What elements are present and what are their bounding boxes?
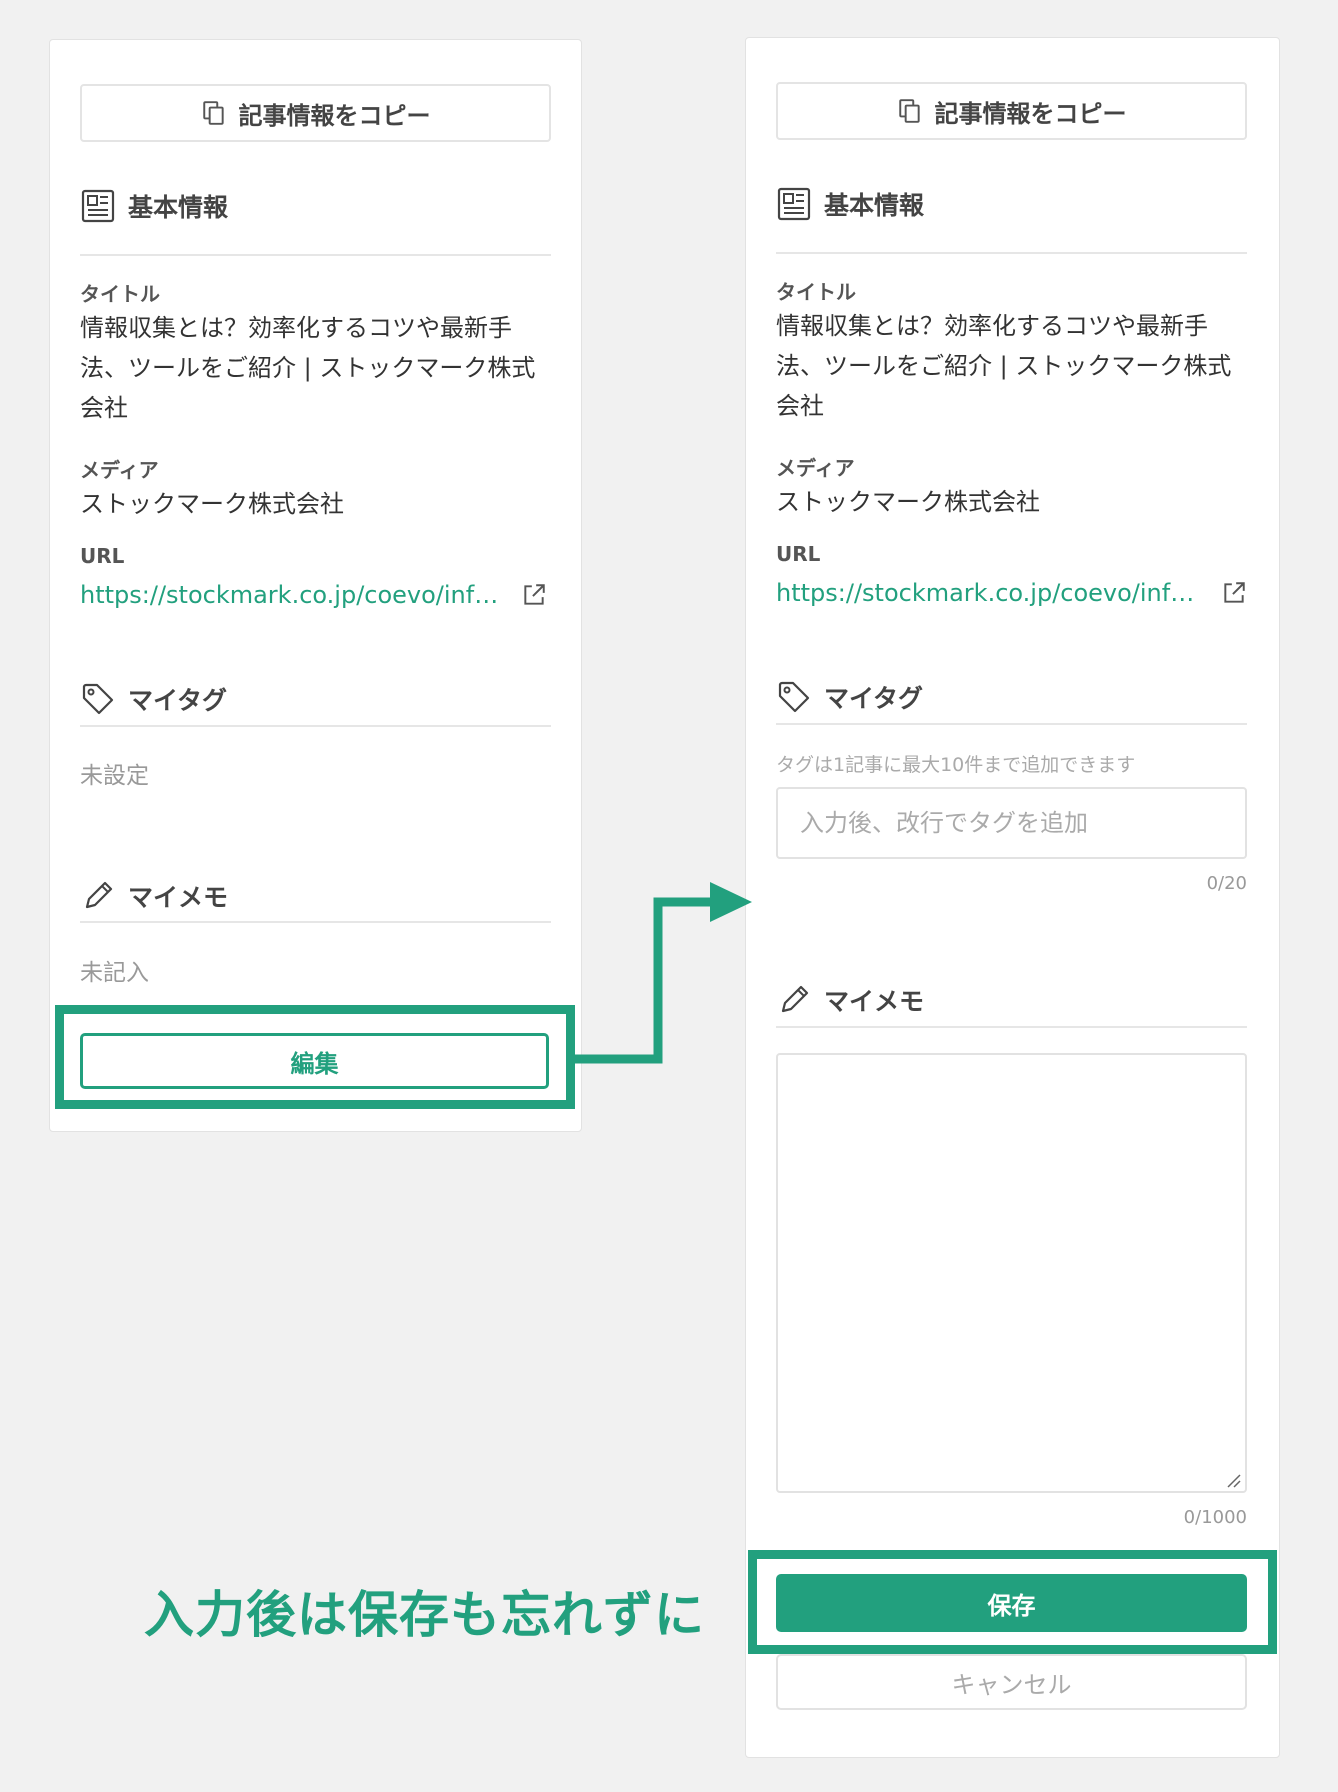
cancel-button-label: キャンセル <box>951 1670 1072 1699</box>
cancel-button[interactable]: キャンセル <box>776 1654 1247 1710</box>
section-title: 基本情報 <box>128 193 229 222</box>
url-label: URL <box>80 544 125 568</box>
memo-textarea[interactable] <box>776 1053 1247 1493</box>
resize-handle-icon[interactable] <box>1224 1471 1242 1489</box>
url-label: URL <box>776 542 821 566</box>
section-title: マイメモ <box>128 883 229 912</box>
divider <box>80 725 551 727</box>
section-title: 基本情報 <box>824 191 925 220</box>
divider <box>776 723 1247 725</box>
title-value: 情報収集とは？効率化するコツや最新手法、ツールをご紹介 | ストックマーク株式会… <box>80 314 536 422</box>
section-my-tag: マイタグ <box>776 677 1247 717</box>
copy-article-info-button[interactable]: 記事情報をコピー <box>80 84 551 142</box>
copy-article-info-button[interactable]: 記事情報をコピー <box>776 82 1247 140</box>
memo-counter: 0/1000 <box>1183 1507 1247 1528</box>
section-title: マイメモ <box>824 987 925 1016</box>
tag-hint-text: タグは1記事に最大10件まで追加できます <box>776 754 1136 776</box>
save-button-highlight <box>748 1550 1277 1654</box>
copy-button-label: 記事情報をコピー <box>238 101 431 130</box>
media-label: メディア <box>80 458 159 482</box>
section-title: マイタグ <box>824 684 924 713</box>
section-my-tag: マイタグ <box>80 679 551 719</box>
article-info-panel-edit: 記事情報をコピー 基本情報 タイトル 情報収集とは？効率化するコツや最新手法、ツ… <box>745 37 1280 1758</box>
media-value: ストックマーク株式会社 <box>80 490 344 518</box>
tag-icon <box>778 681 810 713</box>
pencil-icon <box>85 881 113 909</box>
divider <box>80 254 551 256</box>
instruction-caption: 入力後は保存も忘れずに <box>144 1586 705 1644</box>
external-link-icon[interactable] <box>1221 580 1247 606</box>
url-link[interactable]: https://stockmark.co.jp/coevo/inf… <box>80 581 498 609</box>
article-icon <box>777 187 811 221</box>
article-icon <box>81 189 115 223</box>
tag-counter: 0/20 <box>1206 873 1247 894</box>
divider <box>80 921 551 923</box>
section-my-memo: マイメモ <box>776 980 1247 1020</box>
title-value: 情報収集とは？効率化するコツや最新手法、ツールをご紹介 | ストックマーク株式会… <box>776 312 1232 420</box>
divider <box>776 252 1247 254</box>
section-my-memo: マイメモ <box>80 876 551 916</box>
edit-button-highlight <box>55 1005 575 1109</box>
url-link[interactable]: https://stockmark.co.jp/coevo/inf… <box>776 579 1194 607</box>
section-title: マイタグ <box>128 686 228 715</box>
divider <box>776 1026 1247 1028</box>
title-label: タイトル <box>80 282 160 306</box>
section-basic-info: 基本情報 <box>80 186 551 226</box>
copy-icon <box>898 99 920 123</box>
copy-icon <box>202 101 224 125</box>
tag-icon <box>82 683 114 715</box>
tag-input[interactable] <box>776 787 1247 859</box>
tag-empty-text: 未設定 <box>80 763 149 789</box>
media-label: メディア <box>776 456 855 480</box>
memo-empty-text: 未記入 <box>80 960 149 986</box>
title-label: タイトル <box>776 280 856 304</box>
copy-button-label: 記事情報をコピー <box>934 99 1127 128</box>
article-info-panel-view: 記事情報をコピー 基本情報 タイトル 情報収集とは？効率化するコツや最新手法、ツ… <box>49 39 582 1132</box>
section-basic-info: 基本情報 <box>776 184 1247 224</box>
external-link-icon[interactable] <box>521 582 547 608</box>
arrow-connector-icon <box>575 882 752 1064</box>
pencil-icon <box>781 985 809 1013</box>
media-value: ストックマーク株式会社 <box>776 488 1040 516</box>
